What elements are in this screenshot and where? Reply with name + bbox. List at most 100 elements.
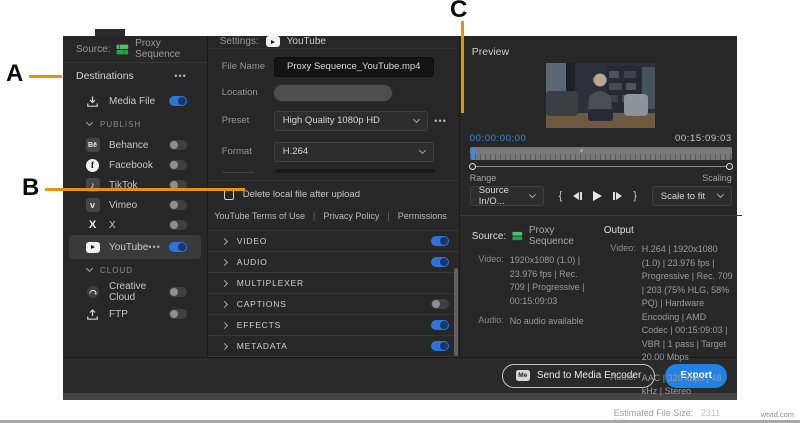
ftp-toggle[interactable] (169, 309, 187, 319)
annotation-label-c: C (450, 0, 467, 24)
x-toggle[interactable] (169, 220, 187, 230)
sidebar-item-tiktok[interactable]: ♪ TikTok (63, 175, 207, 195)
sidebar-item-x[interactable]: X X (63, 215, 207, 235)
range-value: Source In/O... (479, 185, 530, 207)
sidebar-item-youtube[interactable]: YouTube ••• (69, 235, 201, 259)
range-label: Range (470, 173, 497, 183)
scaling-label: Scaling (702, 173, 732, 183)
captions-section-toggle[interactable] (431, 299, 449, 309)
youtube-icon (266, 36, 280, 47)
source-label: Source: (76, 44, 110, 55)
step-back-icon[interactable] (573, 192, 582, 200)
media-file-toggle[interactable] (169, 96, 187, 106)
output-audio-row: Audio: AAC | 320 kbps | 48 kHz | Stereo (604, 372, 734, 399)
metadata-section-toggle[interactable] (431, 341, 449, 351)
video-section-toggle[interactable] (431, 236, 449, 246)
privacy-policy-link[interactable]: Privacy Policy (323, 211, 379, 221)
ftp-upload-icon (85, 307, 100, 322)
format-dropdown[interactable]: H.264 (274, 142, 434, 162)
youtube-terms-link[interactable]: YouTube Terms of Use (214, 211, 305, 221)
source-name: Proxy Sequence (529, 225, 594, 247)
section-captions[interactable]: CAPTIONS (208, 294, 459, 315)
sidebar-item-facebook[interactable]: f Facebook (63, 155, 207, 175)
facebook-icon: f (85, 158, 100, 173)
format-label: Format (222, 146, 274, 157)
section-multiplexer[interactable]: MULTIPLEXER (208, 273, 459, 294)
location-label: Location (222, 87, 274, 98)
vimeo-toggle[interactable] (169, 200, 187, 210)
dialog-main: Source: Proxy Sequence Destinations ••• … (63, 36, 737, 357)
preview-title: Preview (460, 36, 742, 58)
format-row: Format H.264 (222, 142, 447, 162)
sidebar-item-ftp[interactable]: FTP (63, 303, 207, 325)
section-label: AUDIO (237, 257, 268, 267)
annotation-arrow-a (29, 75, 62, 78)
duration-timecode: 00:15:09:03 (675, 133, 732, 144)
in-point-handle[interactable] (469, 163, 476, 170)
creative-cloud-toggle[interactable] (169, 287, 187, 297)
source-output-info: Source: Proxy Sequence Video: 1920x1080 … (460, 216, 742, 423)
delete-local-file-checkbox[interactable] (224, 190, 234, 200)
range-scaling-labels: Range Scaling (460, 173, 742, 183)
destinations-title: Destinations (76, 70, 134, 82)
chevron-down-icon (86, 119, 93, 126)
set-out-point-icon[interactable]: } (633, 190, 637, 202)
range-dropdown[interactable]: Source In/O... (470, 186, 544, 206)
chevron-right-icon (221, 300, 228, 307)
file-name-input[interactable] (274, 57, 434, 77)
step-forward-icon[interactable] (613, 192, 622, 200)
playhead[interactable] (472, 147, 475, 160)
publish-group-label: PUBLISH (100, 120, 141, 129)
timecode-row: 00:00:00:00 00:15:09:03 (460, 133, 742, 144)
section-audio[interactable]: AUDIO (208, 252, 459, 273)
sidebar-item-media-file[interactable]: Media File (63, 89, 207, 113)
behance-toggle[interactable] (169, 140, 187, 150)
range-handle-bar (470, 163, 732, 171)
audio-section-toggle[interactable] (431, 257, 449, 267)
scrollbar[interactable] (454, 268, 458, 356)
sidebar-item-vimeo[interactable]: v Vimeo (63, 195, 207, 215)
section-metadata[interactable]: METADATA (208, 336, 459, 357)
play-icon[interactable] (593, 191, 602, 201)
format-value: H.264 (283, 146, 308, 157)
output-info-column: Output Video: H.264 | 1920x1080 (1.0) | … (594, 225, 734, 423)
sidebar-item-behance[interactable]: Bē Behance (63, 135, 207, 155)
sidebar-item-label: Facebook (109, 160, 153, 171)
video-label: Video: (472, 254, 504, 308)
current-timecode[interactable]: 00:00:00:00 (470, 133, 527, 144)
scaling-dropdown[interactable]: Scale to fit (652, 186, 732, 206)
delete-local-file-label: Delete local file after upload (243, 189, 360, 200)
preset-menu-icon[interactable]: ••• (434, 116, 446, 126)
creative-cloud-icon (85, 285, 100, 300)
source-audio-row: Audio: No audio available (472, 315, 594, 329)
permissions-link[interactable]: Permissions (398, 211, 447, 221)
settings-sections: VIDEO AUDIO MULTIPLEXER CAPTIONS (208, 230, 459, 357)
vimeo-glyph: v (86, 198, 100, 212)
chevron-right-icon (221, 321, 228, 328)
youtube-toggle[interactable] (169, 242, 187, 252)
annotation-arrow-c (461, 21, 464, 113)
export-dialog-page: Source: Proxy Sequence Destinations ••• … (0, 0, 800, 423)
out-point-handle[interactable] (726, 163, 733, 170)
location-link-redacted[interactable] (274, 85, 392, 101)
set-in-point-icon[interactable]: { (559, 190, 563, 202)
facebook-toggle[interactable] (169, 160, 187, 170)
effects-section-toggle[interactable] (431, 320, 449, 330)
chevron-right-icon (221, 237, 228, 244)
youtube-menu-icon[interactable]: ••• (148, 242, 160, 252)
scaling-value: Scale to fit (661, 191, 705, 202)
chevron-right-icon (221, 258, 228, 265)
section-video[interactable]: VIDEO (208, 231, 459, 252)
sidebar-item-creative-cloud[interactable]: Creative Cloud (63, 281, 207, 303)
estimated-label: Estimated File Size: (614, 408, 694, 418)
section-effects[interactable]: EFFECTS (208, 315, 459, 336)
publish-group-header[interactable]: PUBLISH (63, 113, 207, 135)
link-separator: | (387, 211, 389, 221)
playback-controls-row: Source In/O... { } Scale to fit (470, 186, 732, 206)
window-tab-fragment (95, 29, 125, 36)
destinations-menu-icon[interactable]: ••• (174, 71, 186, 81)
timeline-scrubber[interactable] (470, 147, 732, 160)
preset-dropdown[interactable]: High Quality 1080p HD (274, 111, 429, 131)
settings-header: Settings: YouTube (208, 36, 459, 49)
cloud-group-header[interactable]: CLOUD (63, 259, 207, 281)
